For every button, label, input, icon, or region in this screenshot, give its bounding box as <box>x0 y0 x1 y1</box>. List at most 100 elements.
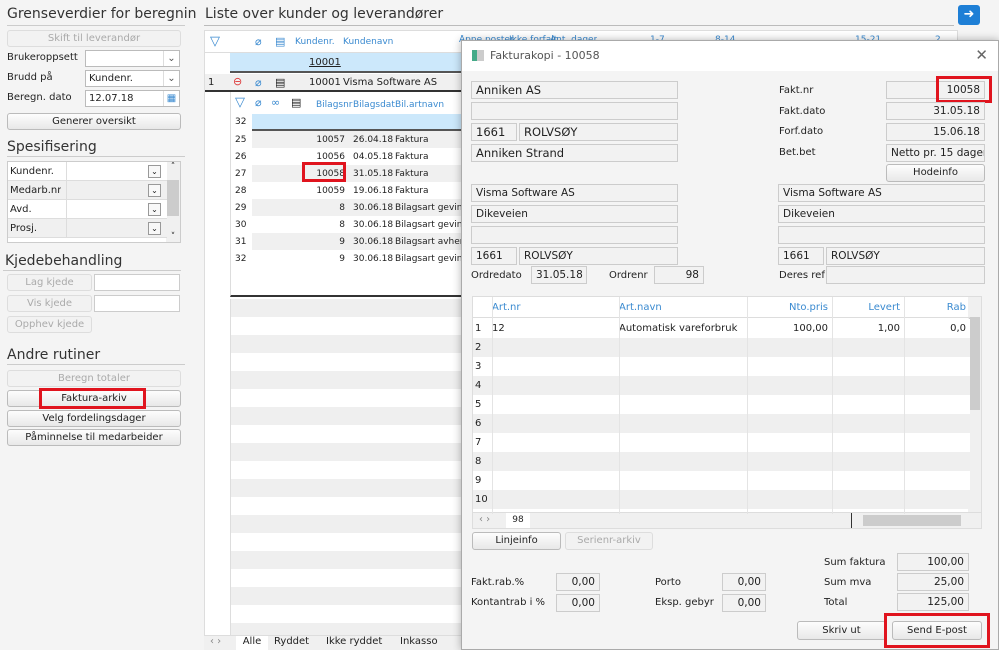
document-icon: ▤ <box>275 76 286 89</box>
bilagsdato-cell: 26.04.18 <box>353 135 394 145</box>
col-rab[interactable]: Rab <box>904 302 966 313</box>
bilagsnr-cell: 9 <box>339 254 345 264</box>
col-artnavn[interactable]: Art.navn <box>619 302 743 313</box>
paaminnelse-button[interactable]: Påminnelse til medarbeider <box>7 429 181 446</box>
chevron-down-icon[interactable]: ⌄ <box>148 184 161 197</box>
scrollbar[interactable]: ˄ ˅ <box>166 162 180 242</box>
row-number: 31 <box>235 237 247 247</box>
chevron-down-icon: ⌄ <box>163 71 179 86</box>
table-row[interactable] <box>473 338 970 357</box>
kundenr-cell: 10001 <box>309 77 341 88</box>
calendar-icon[interactable]: ▦ <box>163 91 179 106</box>
table-row[interactable] <box>473 376 970 395</box>
total-field: 125,00 <box>897 593 969 611</box>
tab-scroll-arrows[interactable]: ‹ › <box>479 514 490 525</box>
row-number: 32 <box>235 254 247 264</box>
eksp-gebyr-label: Eksp. gebyr <box>655 597 714 608</box>
hodeinfo-button[interactable]: Hodeinfo <box>886 164 985 182</box>
tab-inkasso[interactable]: Inkasso <box>400 636 438 647</box>
bilagsnr-cell: 9 <box>339 237 345 247</box>
linjeinfo-button[interactable]: Linjeinfo <box>472 532 561 550</box>
col-bilagsnr[interactable]: Bilagsnr <box>316 100 353 110</box>
close-icon[interactable]: ✕ <box>975 46 988 64</box>
opphev-kjede-button[interactable]: Opphev kjede <box>7 316 92 333</box>
table-row[interactable] <box>473 471 970 490</box>
chevron-down-icon[interactable]: ⌄ <box>148 165 161 178</box>
table-row[interactable] <box>473 452 970 471</box>
lag-kjede-field[interactable] <box>94 274 180 291</box>
vis-kjede-button[interactable]: Vis kjede <box>7 295 92 312</box>
table-row[interactable] <box>473 395 970 414</box>
row-number: 10 <box>475 494 488 505</box>
ordrenr-field: 98 <box>654 266 704 284</box>
dialog-titlebar: Fakturakopi - 10058 ✕ <box>462 41 998 71</box>
tab-alle[interactable]: Alle <box>236 636 268 650</box>
col-divider <box>492 297 493 514</box>
limits-title: Grenseverdier for beregnin <box>7 6 197 22</box>
lag-kjede-button[interactable]: Lag kjede <box>7 274 92 291</box>
col-kundenr[interactable]: Kundenr. <box>295 37 335 47</box>
link-icon: ∞ <box>271 96 281 109</box>
beregn-totaler-button[interactable]: Beregn totaler <box>7 370 181 387</box>
chevron-down-icon[interactable]: ⌄ <box>148 222 161 235</box>
row-number: 5 <box>475 399 482 410</box>
table-row[interactable] <box>473 433 970 452</box>
sum-mva-field: 25,00 <box>897 573 969 591</box>
forf-dato-field: 15.06.18 <box>886 123 985 141</box>
row-number: 2 <box>475 342 482 353</box>
table-row[interactable] <box>473 490 970 509</box>
bet-field: Netto pr. 15 dager <box>886 144 985 162</box>
bilagsdato-cell: 30.06.18 <box>353 203 394 213</box>
forward-arrow-button[interactable]: ➜ <box>958 5 980 25</box>
to-name: Visma Software AS <box>778 184 985 202</box>
highlight-box <box>936 76 992 103</box>
skriv-ut-button[interactable]: Skriv ut <box>797 621 886 640</box>
col-levert[interactable]: Levert <box>832 302 900 313</box>
brudd-select[interactable]: Kundenr. ⌄ <box>85 70 180 87</box>
bil-artnavn-cell: Bilagsart avhend <box>395 237 472 247</box>
to-postnr: 1661 <box>778 247 824 265</box>
col-bilagsdat[interactable]: Bilagsdat <box>353 100 395 110</box>
dato-input[interactable]: 12.07.18 ▦ <box>85 90 180 107</box>
vis-kjede-field[interactable] <box>94 295 180 312</box>
table-row[interactable] <box>473 414 970 433</box>
list-tabs: ‹ › Alle Ryddet Ikke ryddet Inkasso <box>204 636 464 650</box>
spes-row[interactable] <box>8 200 167 219</box>
tab-98[interactable]: 98 <box>506 513 530 528</box>
row-number: 6 <box>475 418 482 429</box>
filter-icon[interactable]: ▽ <box>235 95 245 110</box>
fakt-nr-label: Fakt.nr <box>779 85 814 96</box>
eksp-gebyr-field: 0,00 <box>722 594 766 612</box>
brukeroppsett-select[interactable]: ⌄ <box>85 50 180 67</box>
row-number: 25 <box>235 135 247 145</box>
filter-icon[interactable]: ▽ <box>210 34 220 49</box>
row-number: 29 <box>235 203 247 213</box>
tab-ryddet[interactable]: Ryddet <box>274 636 309 647</box>
col-ntopris[interactable]: Nto.pris <box>747 302 828 313</box>
velg-fordelingsdager-button[interactable]: Velg fordelingsdager <box>7 410 181 427</box>
row-number: 3 <box>475 361 482 372</box>
line-cell-0: 12 <box>492 323 505 334</box>
generer-oversikt-button[interactable]: Generer oversikt <box>7 113 181 130</box>
porto-label: Porto <box>655 577 681 588</box>
filter-kundenr[interactable]: 10001 <box>309 57 341 68</box>
col-bil-artnavn[interactable]: Bil.artnavn <box>395 100 444 110</box>
col-kundenavn[interactable]: Kundenavn <box>343 37 393 47</box>
horizontal-scrollbar[interactable] <box>863 515 961 526</box>
collapse-icon[interactable]: ⊖ <box>233 75 242 88</box>
switch-supplier-button[interactable]: Skift til leverandør <box>7 30 181 47</box>
col-divider <box>619 297 620 514</box>
row-number: 9 <box>475 475 482 486</box>
andre-title: Andre rutiner <box>7 347 101 363</box>
tab-scroll-arrows[interactable]: ‹ › <box>210 636 221 647</box>
brudd-label: Brudd på <box>7 72 53 83</box>
chevron-down-icon[interactable]: ⌄ <box>148 203 161 216</box>
to-city: ROLVSØY <box>826 247 985 265</box>
col-artnr[interactable]: Art.nr <box>492 302 615 313</box>
tab-ikke-ryddet[interactable]: Ikke ryddet <box>326 636 382 647</box>
table-row[interactable] <box>473 357 970 376</box>
sum-faktura-field: 100,00 <box>897 553 969 571</box>
row-number: 28 <box>235 186 247 196</box>
serienr-arkiv-button[interactable]: Serienr-arkiv <box>565 532 653 550</box>
divider <box>66 181 67 200</box>
